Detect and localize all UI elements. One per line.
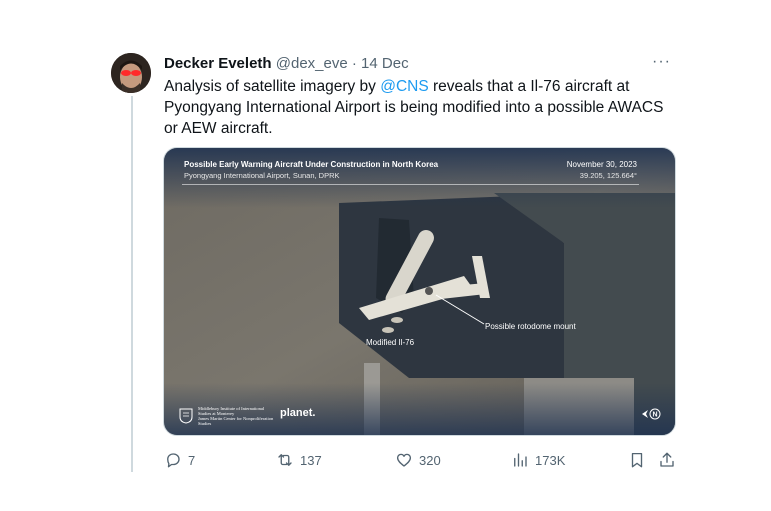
share-icon bbox=[660, 452, 674, 467]
avatar[interactable] bbox=[111, 53, 151, 93]
reply-button[interactable]: 7 bbox=[164, 451, 195, 469]
repost-icon bbox=[278, 454, 292, 466]
separator-dot: · bbox=[351, 55, 357, 72]
north-label: N bbox=[652, 412, 657, 419]
author-name[interactable]: Decker Eveleth bbox=[164, 55, 272, 72]
tweet-text-before: Analysis of satellite imagery by bbox=[164, 78, 381, 95]
north-arrow-icon: N bbox=[641, 408, 661, 420]
image-date: November 30, 2023 bbox=[566, 160, 637, 169]
like-button[interactable]: 320 bbox=[395, 451, 441, 469]
tweet-header: Decker Eveleth @dex_eve · 14 Dec bbox=[164, 54, 409, 74]
bookmark-button[interactable] bbox=[628, 451, 646, 469]
author-handle[interactable]: @dex_eve bbox=[276, 55, 348, 72]
middlebury-logo: Middlebury Institute of International St… bbox=[179, 406, 278, 426]
reply-count: 7 bbox=[188, 452, 196, 468]
like-count: 320 bbox=[419, 452, 441, 468]
middlebury-tagline: James Martin Center for Nonproliferation… bbox=[198, 416, 274, 426]
views-count: 173K bbox=[535, 452, 566, 468]
bookmark-icon bbox=[631, 452, 643, 468]
shield-icon bbox=[179, 408, 193, 424]
repost-button[interactable]: 137 bbox=[276, 451, 322, 469]
annotation-rotodome: Possible rotodome mount bbox=[485, 322, 576, 331]
like-icon bbox=[396, 453, 412, 467]
image-title: Possible Early Warning Aircraft Under Co… bbox=[184, 160, 439, 169]
share-button[interactable] bbox=[658, 451, 676, 469]
satellite-image bbox=[164, 148, 675, 435]
image-divider bbox=[182, 184, 639, 185]
planet-logo: planet. bbox=[280, 407, 316, 419]
more-icon[interactable]: ··· bbox=[652, 54, 671, 70]
tweet-media-image[interactable]: Possible Early Warning Aircraft Under Co… bbox=[163, 147, 676, 436]
middlebury-name: Middlebury Institute of International St… bbox=[198, 406, 265, 416]
image-coordinates: 39.205, 125.664° bbox=[579, 171, 637, 180]
image-subtitle: Pyongyang International Airport, Sunan, … bbox=[184, 171, 340, 180]
views-icon bbox=[514, 453, 527, 467]
thread-line bbox=[131, 96, 133, 472]
views-button[interactable]: 173K bbox=[511, 451, 565, 469]
mention-link[interactable]: @CNS bbox=[380, 78, 428, 95]
annotation-aircraft: Modified Il-76 bbox=[366, 338, 415, 347]
repost-count: 137 bbox=[300, 452, 322, 468]
tweet-text: Analysis of satellite imagery by @CNS re… bbox=[164, 76, 674, 139]
action-bar: 7 137 320 173K bbox=[164, 451, 676, 471]
reply-icon bbox=[167, 453, 180, 468]
tweet-date[interactable]: 14 Dec bbox=[361, 55, 409, 72]
